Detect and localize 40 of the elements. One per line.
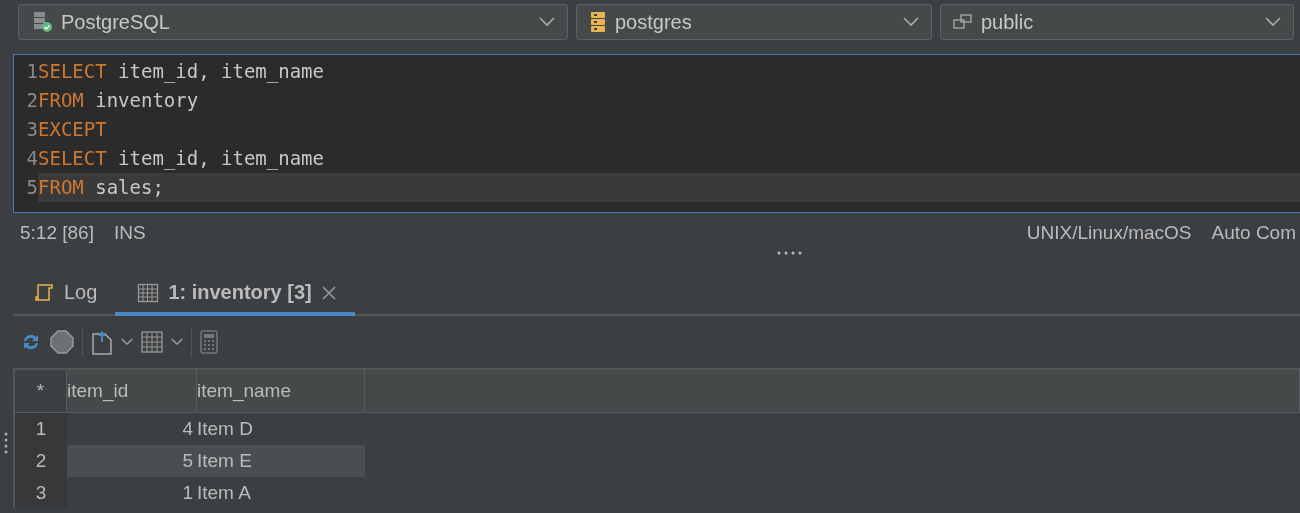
table-icon [137, 282, 160, 303]
status-text: 5:12 [86] [20, 222, 94, 244]
chevron-down-icon [903, 17, 919, 27]
status-text: INS [113, 222, 146, 244]
datasource-dropdown[interactable]: public [940, 4, 1294, 40]
server-check-icon [31, 11, 53, 33]
splitter-handle-icon[interactable] [777, 251, 803, 255]
scroll-icon [33, 282, 55, 303]
code-line: EXCEPT [38, 117, 108, 142]
schema-icon [953, 14, 973, 30]
row-number[interactable]: 1 [35, 418, 47, 440]
datasource-dropdown[interactable]: postgres [576, 4, 932, 40]
result-tab[interactable]: Log [13, 273, 116, 316]
chevron-down-icon [1265, 17, 1281, 27]
table-icon[interactable] [141, 331, 163, 353]
table-cell: 4 [182, 418, 193, 440]
row-number[interactable]: 2 [35, 450, 47, 472]
column-header[interactable]: item_name [197, 380, 291, 402]
column-header[interactable]: item_id [67, 380, 129, 402]
export-icon[interactable] [91, 329, 113, 355]
datasource-dropdown[interactable]: PostgreSQL [18, 4, 568, 40]
stop-icon[interactable] [50, 330, 74, 354]
drag-handle-icon[interactable] [4, 432, 8, 454]
status-text[interactable]: UNIX/Linux/macOS [1026, 222, 1192, 244]
chevron-down-icon [539, 17, 555, 27]
calculator-icon[interactable] [200, 330, 218, 354]
status-text[interactable]: Auto Com [1211, 222, 1296, 244]
database-icon [589, 11, 607, 33]
close-icon[interactable] [320, 284, 337, 301]
select-all-corner[interactable]: * [36, 380, 45, 402]
code-line: SELECT item_id, item_name [38, 59, 325, 85]
code-line: SELECT item_id, item_name [38, 146, 325, 172]
table-cell: Item D [197, 418, 253, 440]
selected-cell[interactable]: Item E [197, 445, 365, 477]
selected-cell[interactable]: 5 [67, 445, 197, 477]
code-line: FROM inventory [38, 88, 200, 113]
result-tab[interactable]: 1: inventory [3] [115, 273, 355, 316]
row-number[interactable]: 3 [35, 482, 47, 504]
table-cell: 1 [182, 482, 193, 504]
table-cell: Item A [197, 482, 251, 504]
